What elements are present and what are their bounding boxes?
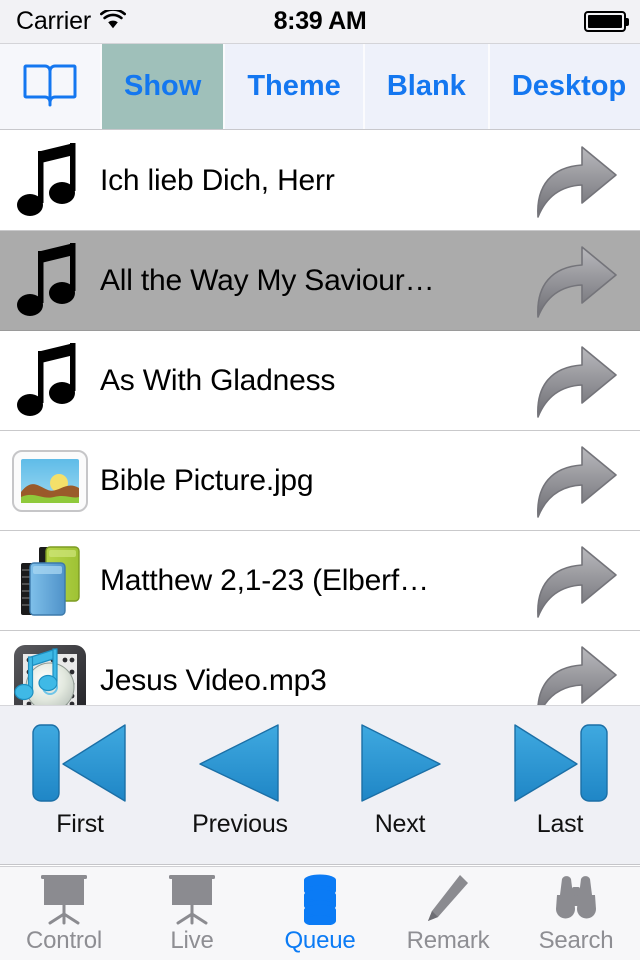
transport-label: Previous <box>192 810 288 838</box>
queue-list[interactable]: Ich lieb Dich, Herr All the Way My Savio… <box>0 131 640 705</box>
share-arrow-icon[interactable] <box>532 141 640 221</box>
share-arrow-icon[interactable] <box>532 241 640 321</box>
skip-to-end-icon <box>505 718 615 808</box>
toolbar-item-show[interactable]: Show <box>100 44 224 129</box>
tab-control[interactable]: Control <box>0 867 128 960</box>
audio-disc-icon <box>0 643 100 705</box>
playback-transport-bar: First Previous Next Last <box>0 705 640 865</box>
battery-full-icon <box>584 11 629 32</box>
music-note-icon <box>0 242 100 319</box>
view-mode-toolbar: Show Theme Blank Desktop <box>0 44 640 130</box>
share-arrow-icon[interactable] <box>532 541 640 621</box>
toolbar-item-desktop[interactable]: Desktop <box>487 44 640 129</box>
status-bar-right <box>584 11 629 32</box>
binoculars-icon <box>546 873 606 925</box>
picture-icon <box>0 449 100 512</box>
row-title: As With Gladness <box>100 363 336 397</box>
open-book-icon <box>22 60 78 113</box>
toolbar-item-label: Desktop <box>511 70 627 102</box>
row-title: Jesus Video.mp3 <box>100 663 327 697</box>
tab-search[interactable]: Search <box>512 867 640 960</box>
music-note-icon <box>0 142 100 219</box>
projector-screen-icon <box>34 873 94 925</box>
table-row[interactable]: As With Gladness <box>0 331 640 431</box>
tab-label: Search <box>538 926 614 954</box>
tab-live[interactable]: Live <box>128 867 256 960</box>
tab-label: Live <box>170 926 214 954</box>
database-stack-icon <box>290 873 350 925</box>
share-arrow-icon[interactable] <box>532 641 640 705</box>
status-bar: Carrier 8:39 AM <box>0 0 640 44</box>
skip-to-start-icon <box>25 718 135 808</box>
tab-label: Control <box>26 926 102 954</box>
table-row[interactable]: Matthew 2,1-23 (Elberf… <box>0 531 640 631</box>
bible-books-icon <box>0 543 100 619</box>
table-row[interactable]: Bible Picture.jpg <box>0 431 640 531</box>
tab-label: Remark <box>406 926 490 954</box>
share-arrow-icon[interactable] <box>532 441 640 521</box>
transport-label: Last <box>536 810 584 838</box>
status-bar-clock: 8:39 AM <box>273 7 367 35</box>
table-row[interactable]: All the Way My Saviour… <box>0 231 640 331</box>
transport-label: First <box>56 810 104 838</box>
tab-queue[interactable]: Queue <box>256 867 384 960</box>
toolbar-item-theme[interactable]: Theme <box>223 44 363 129</box>
row-title: All the Way My Saviour… <box>100 263 435 297</box>
projector-screen-icon <box>162 873 222 925</box>
row-title: Bible Picture.jpg <box>100 463 314 497</box>
tab-remark[interactable]: Remark <box>384 867 512 960</box>
share-arrow-icon[interactable] <box>532 341 640 421</box>
row-title: Matthew 2,1-23 (Elberf… <box>100 563 429 597</box>
toolbar-item-label: Blank <box>386 70 466 102</box>
bottom-tab-bar: Control Live Queue Remark Search <box>0 866 640 960</box>
open-book-button[interactable] <box>0 44 100 129</box>
first-button[interactable]: First <box>0 706 160 839</box>
toolbar-item-label: Theme <box>247 70 341 102</box>
next-button[interactable]: Next <box>320 706 480 839</box>
row-title: Ich lieb Dich, Herr <box>100 163 335 197</box>
previous-button[interactable]: Previous <box>160 706 320 839</box>
table-row[interactable]: Jesus Video.mp3 <box>0 631 640 705</box>
table-row[interactable]: Ich lieb Dich, Herr <box>0 131 640 231</box>
last-button[interactable]: Last <box>480 706 640 839</box>
transport-label: Next <box>374 810 426 838</box>
tab-label: Queue <box>284 926 356 954</box>
music-note-icon <box>0 342 100 419</box>
previous-triangle-icon <box>185 718 295 808</box>
toolbar-item-blank[interactable]: Blank <box>362 44 488 129</box>
next-triangle-icon <box>345 718 455 808</box>
toolbar-item-label: Show <box>124 70 202 102</box>
pencil-icon <box>418 873 478 925</box>
